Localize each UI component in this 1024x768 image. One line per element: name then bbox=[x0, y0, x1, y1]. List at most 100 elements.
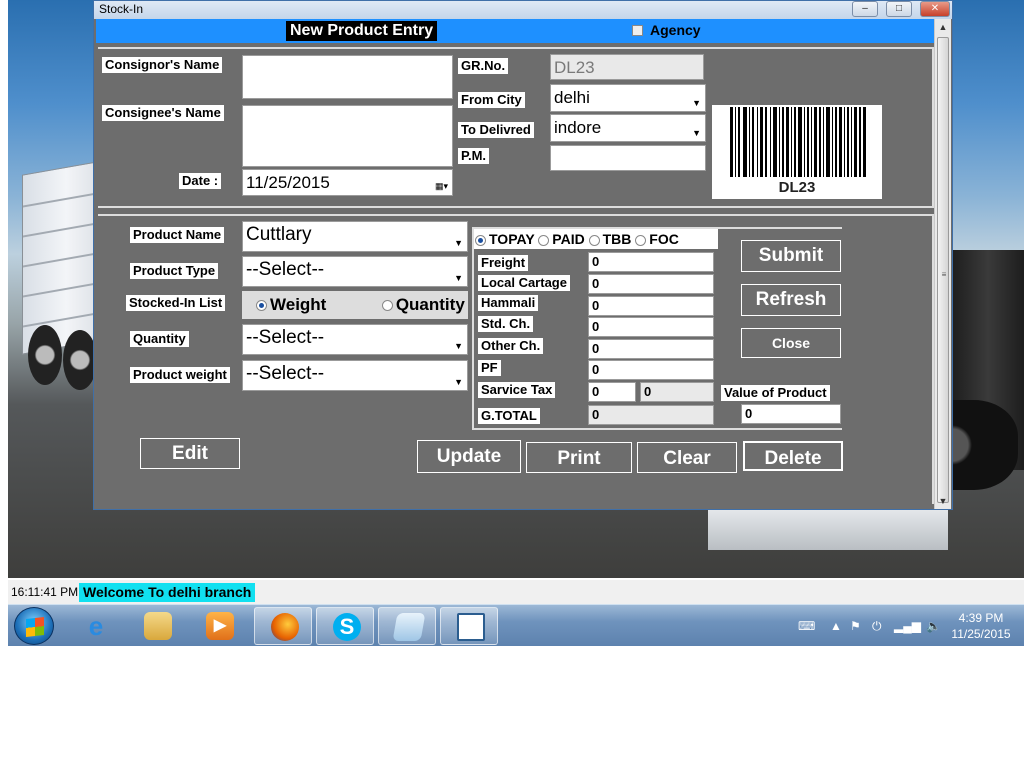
keyboard-icon[interactable]: ⌨ bbox=[798, 619, 815, 633]
tray-time[interactable]: 4:39 PM bbox=[950, 611, 1012, 625]
scroll-thumb[interactable]: ≡ bbox=[937, 37, 949, 503]
taskbar-stock-in-app[interactable] bbox=[440, 607, 498, 645]
product-name-select[interactable]: Cuttlary ▼ bbox=[242, 221, 468, 252]
scroll-grip-icon: ≡ bbox=[941, 270, 947, 279]
submit-button[interactable]: Submit bbox=[741, 240, 841, 272]
value-of-product-label: Value of Product bbox=[721, 385, 830, 401]
window-titlebar[interactable]: Stock-In – □ ✕ bbox=[94, 1, 952, 19]
other-charge-input[interactable]: 0 bbox=[588, 339, 714, 359]
window-close-button[interactable]: ✕ bbox=[920, 1, 950, 17]
print-button[interactable]: Print bbox=[526, 442, 632, 473]
taskbar-firefox[interactable] bbox=[254, 607, 312, 645]
grno-field: DL23 bbox=[550, 54, 704, 80]
scroll-up-arrow-icon[interactable]: ▲ bbox=[935, 19, 951, 35]
chevron-down-icon: ▼ bbox=[454, 238, 463, 248]
hammali-input[interactable]: 0 bbox=[588, 296, 714, 316]
product-type-value: --Select-- bbox=[246, 259, 325, 280]
start-button[interactable] bbox=[14, 607, 54, 645]
to-delivered-select[interactable]: indore ▼ bbox=[550, 114, 706, 142]
explorer-icon bbox=[144, 612, 172, 640]
status-strip: 16:11:41 PM Welcome To delhi branch bbox=[8, 580, 1024, 604]
taskbar-file-explorer[interactable] bbox=[128, 607, 186, 645]
quantity-select[interactable]: --Select-- ▼ bbox=[242, 324, 468, 355]
pf-input[interactable]: 0 bbox=[588, 360, 714, 380]
date-picker[interactable]: 11/25/2015 ▦▾ bbox=[242, 169, 453, 196]
volume-icon[interactable]: 🔈 bbox=[926, 619, 941, 633]
product-weight-select[interactable]: --Select-- ▼ bbox=[242, 360, 468, 391]
product-type-label: Product Type bbox=[130, 263, 219, 279]
payment-frame bbox=[472, 227, 842, 229]
notepad-icon bbox=[392, 613, 426, 641]
refresh-button[interactable]: Refresh bbox=[741, 284, 841, 316]
foc-radio[interactable] bbox=[635, 234, 647, 246]
minimize-button[interactable]: – bbox=[852, 1, 878, 17]
std-charge-label: Std. Ch. bbox=[478, 316, 534, 332]
from-city-value: delhi bbox=[554, 88, 590, 107]
product-weight-label: Product weight bbox=[130, 367, 230, 383]
action-center-flag-icon[interactable]: ⚑ bbox=[850, 619, 861, 633]
quantity-radio[interactable] bbox=[381, 300, 393, 312]
chevron-down-icon: ▼ bbox=[454, 377, 463, 387]
status-clock: 16:11:41 PM bbox=[11, 585, 79, 599]
update-button[interactable]: Update bbox=[417, 440, 521, 473]
product-type-select[interactable]: --Select-- ▼ bbox=[242, 256, 468, 287]
app-window-icon bbox=[457, 613, 485, 641]
maximize-button[interactable]: □ bbox=[886, 1, 912, 17]
date-value: 11/25/2015 bbox=[246, 173, 330, 192]
consignee-input[interactable] bbox=[242, 105, 453, 167]
grno-label: GR.No. bbox=[458, 58, 509, 74]
tbb-label: TBB bbox=[602, 231, 632, 247]
taskbar-internet-explorer[interactable]: e bbox=[66, 607, 124, 645]
calendar-dropdown-icon[interactable]: ▦▾ bbox=[435, 175, 448, 195]
tbb-radio[interactable] bbox=[588, 234, 600, 246]
quantity-value: --Select-- bbox=[246, 327, 325, 348]
from-city-select[interactable]: delhi ▼ bbox=[550, 84, 706, 112]
quantity-label: Quantity bbox=[130, 331, 189, 347]
agency-checkbox[interactable] bbox=[632, 25, 643, 36]
payment-mode-options: TOPAY PAID TBB FOC bbox=[472, 229, 718, 249]
topay-radio[interactable] bbox=[475, 234, 486, 246]
power-plug-icon[interactable]: ⏻ bbox=[872, 619, 882, 634]
scroll-down-arrow-icon[interactable]: ▼ bbox=[935, 493, 951, 509]
screen: Stock-In – □ ✕ New Product Entry Agency … bbox=[0, 0, 1024, 768]
freight-input[interactable]: 0 bbox=[588, 252, 714, 272]
grand-total-label: G.TOTAL bbox=[478, 408, 540, 424]
value-of-product-input[interactable]: 0 bbox=[741, 404, 841, 424]
clear-button[interactable]: Clear bbox=[637, 442, 737, 473]
local-cartage-input[interactable]: 0 bbox=[588, 274, 714, 294]
group-divider bbox=[932, 47, 934, 208]
grand-total-field: 0 bbox=[588, 405, 714, 425]
paid-radio[interactable] bbox=[538, 234, 550, 246]
taskbar-media-player[interactable]: ▶ bbox=[190, 607, 248, 645]
system-tray: ⌨ ▲ ⚑ ⏻ ▂▄▆ 🔈 4:39 PM 11/25/2015 bbox=[788, 609, 1018, 643]
delete-button[interactable]: Delete bbox=[743, 441, 843, 471]
wallpaper-truck-right bbox=[908, 250, 1024, 490]
group-divider bbox=[98, 206, 932, 208]
vertical-scrollbar[interactable]: ▲ ≡ ▼ bbox=[934, 19, 951, 509]
wallpaper-wheel bbox=[28, 325, 62, 385]
edit-button[interactable]: Edit bbox=[140, 438, 240, 469]
service-tax-rate-input[interactable]: 0 bbox=[588, 382, 636, 402]
consignor-label: Consignor's Name bbox=[102, 57, 223, 73]
media-player-icon: ▶ bbox=[206, 612, 234, 640]
weight-radio[interactable] bbox=[256, 300, 267, 312]
window-title: Stock-In bbox=[99, 2, 144, 16]
pf-label: PF bbox=[478, 360, 501, 376]
show-hidden-icons-icon[interactable]: ▲ bbox=[830, 619, 842, 633]
ie-icon: e bbox=[88, 611, 104, 641]
taskbar-notepad[interactable] bbox=[378, 607, 436, 645]
close-button[interactable]: Close bbox=[741, 328, 841, 358]
taskbar-skype[interactable]: S bbox=[316, 607, 374, 645]
paid-label: PAID bbox=[552, 231, 585, 247]
pm-input[interactable] bbox=[550, 145, 706, 171]
freight-label: Freight bbox=[478, 255, 529, 271]
barcode-image: DL23 bbox=[712, 105, 882, 199]
group-divider bbox=[98, 47, 932, 49]
foc-label: FOC bbox=[649, 231, 679, 247]
std-charge-input[interactable]: 0 bbox=[588, 317, 714, 337]
network-signal-icon[interactable]: ▂▄▆ bbox=[894, 619, 921, 633]
product-name-label: Product Name bbox=[130, 227, 225, 243]
tray-date[interactable]: 11/25/2015 bbox=[950, 627, 1012, 641]
payment-frame bbox=[472, 428, 842, 430]
consignor-input[interactable] bbox=[242, 55, 453, 99]
